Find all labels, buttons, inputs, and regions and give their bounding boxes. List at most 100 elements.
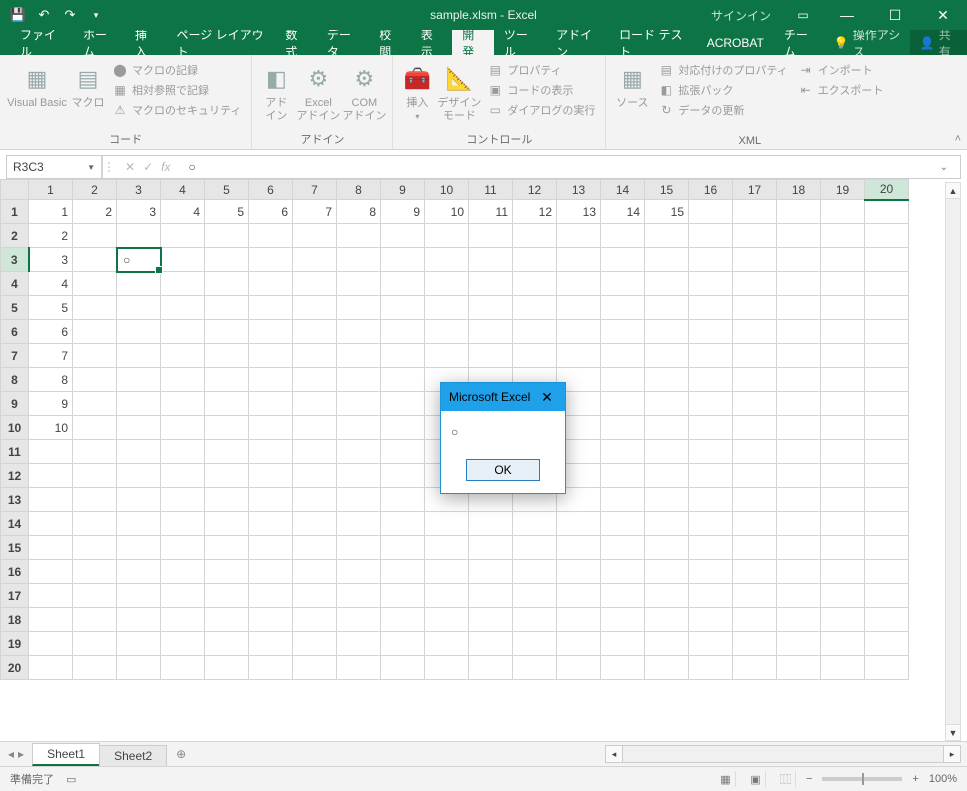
cell[interactable] [469,632,513,656]
cell[interactable] [73,224,117,248]
cell[interactable] [337,272,381,296]
cell[interactable] [425,344,469,368]
cell[interactable] [865,224,909,248]
cell[interactable] [601,608,645,632]
tab-team[interactable]: チーム [774,30,826,55]
cell[interactable] [557,224,601,248]
cell[interactable] [205,464,249,488]
cell[interactable] [29,656,73,680]
zoom-out-button[interactable]: − [806,773,812,785]
cell[interactable] [865,560,909,584]
cell[interactable] [513,224,557,248]
column-header[interactable]: 18 [777,180,821,200]
hscroll-track[interactable] [623,745,943,763]
column-header[interactable]: 6 [249,180,293,200]
cell[interactable] [381,560,425,584]
cell[interactable] [249,296,293,320]
cell[interactable] [425,656,469,680]
cell[interactable] [645,512,689,536]
cell[interactable] [425,248,469,272]
cell[interactable] [425,320,469,344]
cell[interactable] [337,536,381,560]
cell[interactable] [601,584,645,608]
cell[interactable] [777,200,821,224]
cell[interactable] [293,464,337,488]
cell[interactable] [469,296,513,320]
com-addin-button[interactable]: ⚙ COM アドイン [342,59,386,129]
cell[interactable] [777,632,821,656]
cell[interactable] [205,248,249,272]
cell[interactable] [733,344,777,368]
cell[interactable] [205,608,249,632]
cell[interactable] [601,320,645,344]
row-header[interactable]: 15 [1,536,29,560]
cell[interactable] [821,608,865,632]
cell[interactable] [73,632,117,656]
cell[interactable] [73,272,117,296]
cell[interactable] [117,368,161,392]
cell[interactable] [821,584,865,608]
cell[interactable] [513,512,557,536]
tab-insert[interactable]: 挿入 [125,30,167,55]
cell[interactable] [777,296,821,320]
cell[interactable] [777,464,821,488]
cell[interactable] [689,656,733,680]
cell[interactable] [205,536,249,560]
cell[interactable] [689,536,733,560]
cell[interactable] [293,608,337,632]
cell[interactable] [821,320,865,344]
normal-view-icon[interactable]: ▦ [716,771,736,787]
cell[interactable] [249,224,293,248]
cell[interactable] [601,512,645,536]
cell[interactable] [733,440,777,464]
cell[interactable] [821,416,865,440]
cell[interactable] [469,608,513,632]
cell[interactable] [293,560,337,584]
cell[interactable] [293,272,337,296]
tab-home[interactable]: ホーム [73,30,125,55]
cell[interactable] [469,512,513,536]
cell[interactable] [337,416,381,440]
cell[interactable] [205,632,249,656]
cell[interactable] [249,320,293,344]
cell[interactable] [865,464,909,488]
select-all-corner[interactable] [1,180,29,200]
cell[interactable] [117,272,161,296]
cell[interactable] [865,608,909,632]
cell[interactable] [205,272,249,296]
cell[interactable] [645,440,689,464]
cell[interactable] [117,440,161,464]
horizontal-scrollbar[interactable]: ⋮ ◂ ▸ [601,745,967,763]
cell[interactable] [513,248,557,272]
cell[interactable] [689,344,733,368]
cell[interactable] [689,272,733,296]
cell[interactable] [249,584,293,608]
cell[interactable] [249,344,293,368]
cell[interactable] [689,296,733,320]
row-header[interactable]: 14 [1,512,29,536]
cell[interactable] [381,488,425,512]
cell[interactable] [425,608,469,632]
cell[interactable] [689,248,733,272]
cell[interactable] [117,344,161,368]
chevron-down-icon[interactable]: ▼ [87,163,95,172]
cell[interactable] [161,272,205,296]
cell[interactable] [29,536,73,560]
cell[interactable] [249,464,293,488]
cell[interactable] [733,200,777,224]
cell[interactable] [205,488,249,512]
cell[interactable] [381,536,425,560]
cell[interactable] [161,368,205,392]
cell[interactable] [689,440,733,464]
cell[interactable] [557,584,601,608]
cell[interactable] [645,392,689,416]
cell[interactable] [161,512,205,536]
cell[interactable] [117,656,161,680]
cell[interactable] [293,344,337,368]
cell[interactable] [557,344,601,368]
cell[interactable] [293,584,337,608]
cell[interactable] [293,440,337,464]
cell[interactable] [381,512,425,536]
cell[interactable] [73,392,117,416]
display-options-icon[interactable]: ▭ [783,8,823,22]
